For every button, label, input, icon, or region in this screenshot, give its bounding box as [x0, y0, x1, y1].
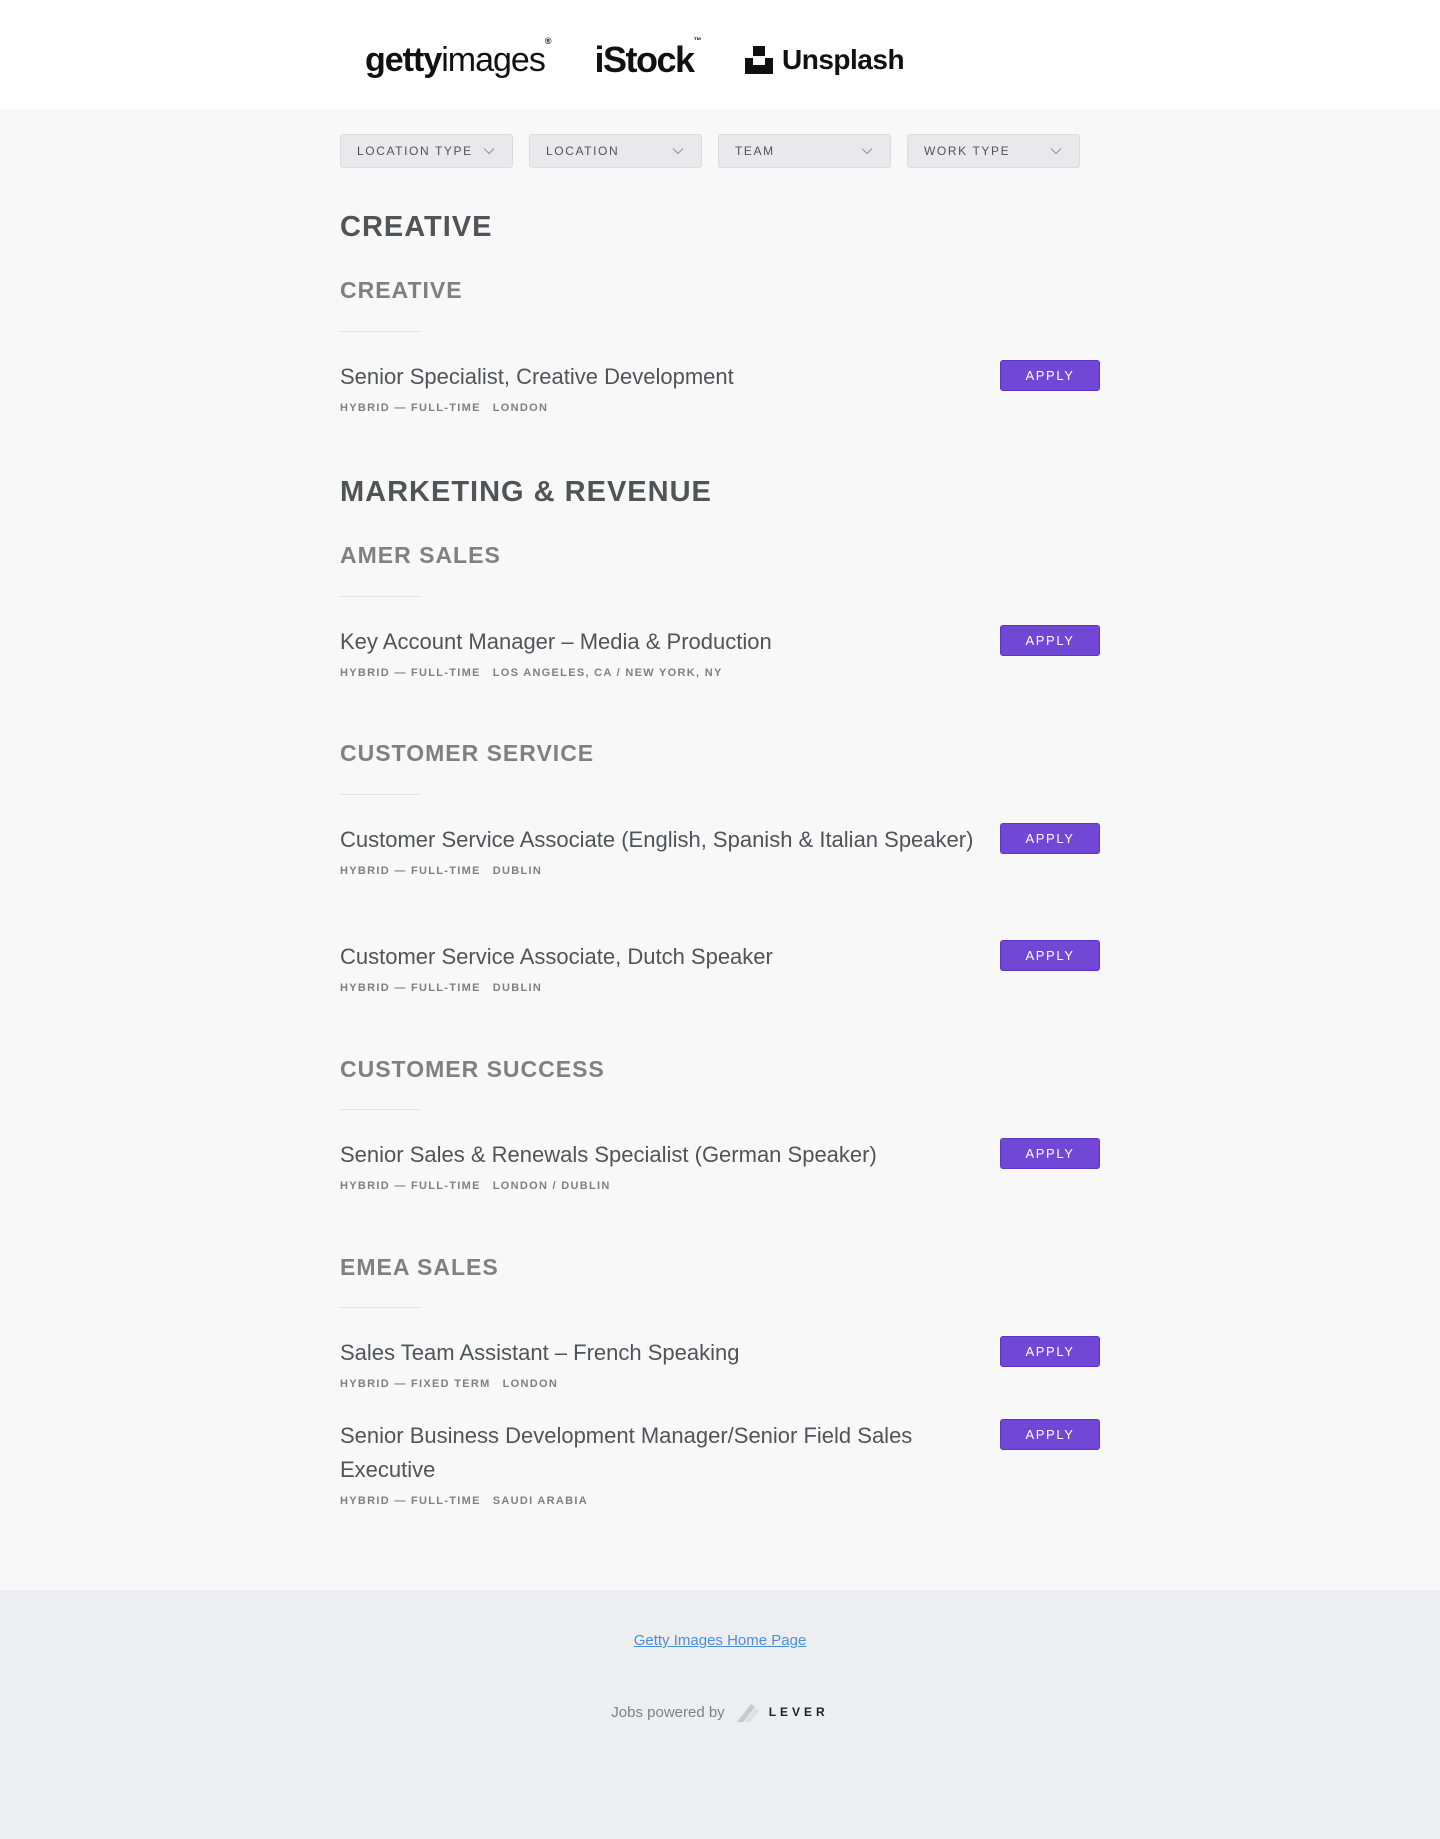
- posting: Sales Team Assistant – French Speaking H…: [340, 1336, 1100, 1390]
- filter-label: WORK TYPE: [924, 144, 1011, 158]
- posting-title-link[interactable]: Senior Specialist, Creative Development: [340, 360, 980, 394]
- posting-commitment: HYBRID — FULL-TIME: [340, 865, 481, 877]
- getty-logo-mark: ®: [544, 36, 552, 47]
- getty-logo-bold: getty: [365, 40, 442, 79]
- team-divider: [340, 596, 420, 597]
- powered-by: Jobs powered by LEVER: [0, 1700, 1440, 1724]
- posting-categories: HYBRID — FULL-TIME DUBLIN: [340, 982, 1100, 994]
- filter-location-type[interactable]: LOCATION TYPE: [340, 134, 513, 168]
- posting-location: LONDON: [492, 402, 549, 414]
- team-title: CUSTOMER SERVICE: [340, 740, 595, 766]
- team-divider: [340, 331, 420, 332]
- posting-location: LONDON: [502, 1378, 559, 1390]
- istock-logo-mark: ™: [693, 36, 702, 45]
- posting-commitment: HYBRID — FULL-TIME: [340, 667, 481, 679]
- unsplash-icon: [745, 46, 774, 74]
- chevron-down-icon: [483, 148, 495, 155]
- posting-location: SAUDI ARABIA: [492, 1495, 588, 1507]
- posting: Senior Specialist, Creative Development …: [340, 360, 1100, 414]
- chevron-down-icon: [1050, 148, 1062, 155]
- posting-location: LOS ANGELES, CA / NEW YORK, NY: [492, 667, 723, 679]
- getty-logo-light: images: [441, 40, 546, 79]
- posting: Key Account Manager – Media & Production…: [340, 625, 1100, 679]
- lever-logo-icon[interactable]: [735, 1700, 761, 1724]
- apply-button[interactable]: APPLY: [1000, 823, 1100, 854]
- apply-button[interactable]: APPLY: [1000, 1138, 1100, 1169]
- chevron-down-icon: [861, 148, 873, 155]
- apply-button[interactable]: APPLY: [1000, 940, 1100, 971]
- unsplash-logo[interactable]: Unsplash: [744, 44, 905, 76]
- filter-work-type[interactable]: WORK TYPE: [907, 134, 1080, 168]
- posting-commitment: HYBRID — FULL-TIME: [340, 402, 481, 414]
- apply-button[interactable]: APPLY: [1000, 625, 1100, 656]
- team-title: CUSTOMER SUCCESS: [340, 1056, 605, 1082]
- team-title: EMEA SALES: [340, 1254, 499, 1280]
- team-title: CREATIVE: [340, 277, 463, 303]
- filter-label: LOCATION: [546, 144, 620, 158]
- posting-commitment: HYBRID — FIXED TERM: [340, 1378, 491, 1390]
- department-title: MARKETING & REVENUE: [340, 476, 712, 508]
- apply-button[interactable]: APPLY: [1000, 1419, 1100, 1450]
- posting-categories: HYBRID — FULL-TIME SAUDI ARABIA: [340, 1495, 1100, 1507]
- posting: Customer Service Associate, Dutch Speake…: [340, 940, 1100, 994]
- posting-title-link[interactable]: Sales Team Assistant – French Speaking: [340, 1336, 980, 1370]
- posting: Senior Business Development Manager/Seni…: [340, 1419, 1100, 1507]
- posting-title-link[interactable]: Customer Service Associate, Dutch Speake…: [340, 940, 980, 974]
- home-page-link[interactable]: Getty Images Home Page: [634, 1632, 807, 1649]
- posting-categories: HYBRID — FULL-TIME DUBLIN: [340, 865, 1100, 877]
- filter-bar: LOCATION TYPE LOCATION TEAM WORK TYPE: [340, 134, 1080, 168]
- posting-title-link[interactable]: Customer Service Associate (English, Spa…: [340, 823, 980, 857]
- unsplash-logo-text: Unsplash: [782, 44, 905, 75]
- team-divider: [340, 1307, 420, 1308]
- posting-title-link[interactable]: Senior Business Development Manager/Seni…: [340, 1419, 980, 1487]
- posting-title-link[interactable]: Key Account Manager – Media & Production: [340, 625, 980, 659]
- team-title: AMER SALES: [340, 542, 501, 568]
- posting-commitment: HYBRID — FULL-TIME: [340, 1180, 481, 1192]
- istock-logo[interactable]: iStock™: [594, 36, 702, 81]
- posting-location: LONDON / DUBLIN: [492, 1180, 611, 1192]
- chevron-down-icon: [672, 148, 684, 155]
- brand-logos: gettyimages® iStock™ Unsplash: [365, 36, 905, 84]
- site-header: gettyimages® iStock™ Unsplash: [0, 0, 1440, 110]
- powered-by-text: Jobs powered by: [611, 1703, 725, 1721]
- footer-link-row: Getty Images Home Page: [0, 1632, 1440, 1649]
- lever-logo-text[interactable]: LEVER: [769, 1705, 829, 1719]
- filter-team[interactable]: TEAM: [718, 134, 891, 168]
- posting-location: DUBLIN: [492, 982, 543, 994]
- posting-categories: HYBRID — FULL-TIME LOS ANGELES, CA / NEW …: [340, 667, 1100, 679]
- apply-button[interactable]: APPLY: [1000, 1336, 1100, 1367]
- filter-label: LOCATION TYPE: [357, 144, 473, 158]
- posting-categories: HYBRID — FULL-TIME LONDON / DUBLIN: [340, 1180, 1100, 1192]
- gettyimages-logo[interactable]: gettyimages®: [365, 36, 551, 80]
- posting-categories: HYBRID — FIXED TERM LONDON: [340, 1378, 1100, 1390]
- istock-logo-text: iStock: [594, 39, 695, 80]
- team-divider: [340, 1109, 420, 1110]
- filter-location[interactable]: LOCATION: [529, 134, 702, 168]
- posting-title-link[interactable]: Senior Sales & Renewals Specialist (Germ…: [340, 1138, 980, 1172]
- posting-commitment: HYBRID — FULL-TIME: [340, 982, 481, 994]
- department-title: CREATIVE: [340, 211, 493, 243]
- posting-categories: HYBRID — FULL-TIME LONDON: [340, 402, 1100, 414]
- posting: Customer Service Associate (English, Spa…: [340, 823, 1100, 877]
- posting: Senior Sales & Renewals Specialist (Germ…: [340, 1138, 1100, 1192]
- apply-button[interactable]: APPLY: [1000, 360, 1100, 391]
- posting-location: DUBLIN: [492, 865, 543, 877]
- team-divider: [340, 794, 420, 795]
- posting-commitment: HYBRID — FULL-TIME: [340, 1495, 481, 1507]
- site-footer: Getty Images Home Page Jobs powered by L…: [0, 1590, 1440, 1839]
- filter-label: TEAM: [735, 144, 775, 158]
